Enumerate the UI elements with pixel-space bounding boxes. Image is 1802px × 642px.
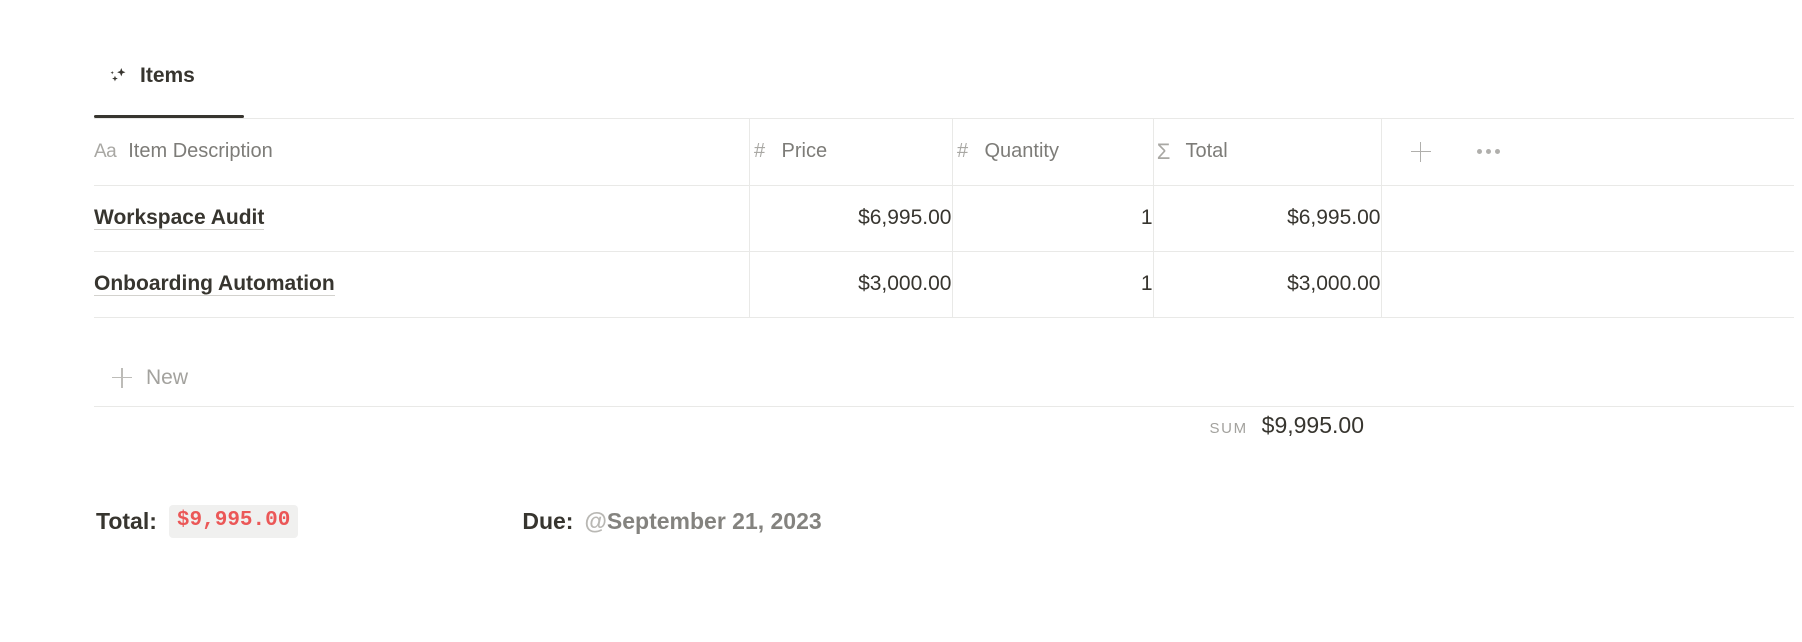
cell-item-description[interactable]: Workspace Audit — [94, 185, 750, 252]
table-row[interactable]: Workspace Audit $6,995.00 1 $6,995.00 — [94, 185, 1794, 252]
total-column-summary[interactable]: SUM $9,995.00 — [94, 412, 1382, 439]
due-date-text: September 21, 2023 — [606, 508, 822, 535]
column-header-label: Total — [1185, 140, 1228, 163]
footer-total-label: Total: — [96, 508, 157, 535]
cell-quantity[interactable]: 1 — [952, 185, 1154, 252]
footer-due-label: Due: — [522, 508, 574, 535]
tab-items-label: Items — [140, 64, 195, 87]
summary-label: SUM — [1209, 420, 1248, 437]
column-header-total[interactable]: Σ Total — [1153, 119, 1382, 186]
plus-icon — [112, 367, 132, 388]
column-header-label: Item Description — [128, 140, 273, 163]
number-type-icon: # — [956, 140, 969, 163]
more-options-icon[interactable] — [1474, 137, 1504, 167]
tab-bar: Items — [94, 64, 209, 102]
sparkle-icon — [108, 66, 130, 88]
summary-value: $9,995.00 — [1261, 412, 1364, 438]
column-header-actions — [1381, 119, 1794, 186]
cell-total[interactable]: $6,995.00 — [1153, 185, 1382, 252]
column-header-price[interactable]: # Price — [749, 119, 953, 186]
column-header-label: Price — [781, 140, 828, 163]
footer-due-group: Due: @September 21, 2023 — [522, 508, 821, 535]
invoice-items-block: Items Aa Item Description # Price # Quan… — [0, 0, 1802, 642]
add-new-row-label: New — [146, 365, 189, 389]
items-table: Aa Item Description # Price # Quantity Σ… — [94, 118, 1794, 318]
cell-quantity[interactable]: 1 — [952, 251, 1154, 318]
cell-total[interactable]: $3,000.00 — [1153, 251, 1382, 318]
item-page-link[interactable]: Workspace Audit — [94, 206, 265, 231]
table-header-row: Aa Item Description # Price # Quantity Σ… — [94, 119, 1794, 186]
invoice-footer: Total: $9,995.00 Due: @September 21, 202… — [96, 505, 822, 539]
text-type-icon: Aa — [94, 140, 117, 162]
cell-price[interactable]: $6,995.00 — [749, 185, 953, 252]
column-header-quantity[interactable]: # Quantity — [952, 119, 1154, 186]
footer-total-value: $9,995.00 — [168, 505, 299, 539]
tab-items[interactable]: Items — [94, 64, 209, 102]
item-page-link[interactable]: Onboarding Automation — [94, 272, 335, 297]
cell-item-description[interactable]: Onboarding Automation — [94, 251, 750, 318]
column-header-label: Quantity — [984, 140, 1059, 163]
cell-row-actions — [1381, 251, 1794, 318]
column-header-item-description[interactable]: Aa Item Description — [94, 119, 750, 186]
cell-price[interactable]: $3,000.00 — [749, 251, 953, 318]
cell-row-actions — [1381, 185, 1794, 252]
mention-at-symbol: @ — [584, 508, 607, 535]
footer-total-group: Total: $9,995.00 — [96, 505, 299, 539]
number-type-icon: # — [753, 140, 766, 163]
formula-sigma-icon: Σ — [1156, 138, 1171, 164]
add-column-icon[interactable] — [1406, 137, 1436, 167]
table-row[interactable]: Onboarding Automation $3,000.00 1 $3,000… — [94, 251, 1794, 318]
due-date-mention[interactable]: @September 21, 2023 — [584, 508, 821, 535]
add-new-row-button[interactable]: New — [94, 349, 1794, 407]
